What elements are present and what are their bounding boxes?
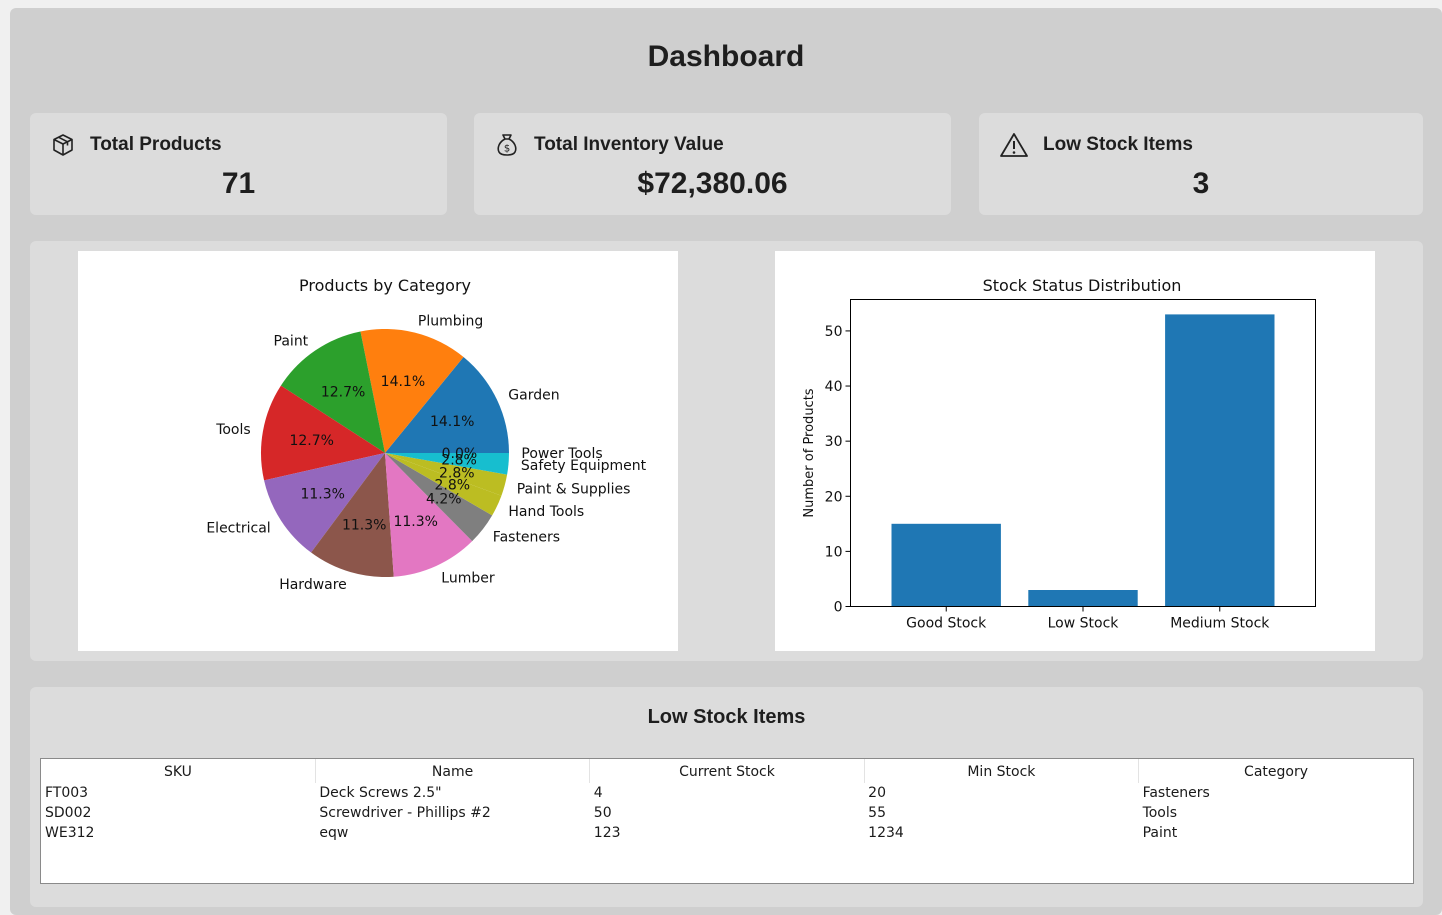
pie-pct-hardware: 11.3% [342, 517, 386, 533]
svg-text:$: $ [504, 144, 510, 155]
bar-medium-stock [1165, 314, 1275, 607]
bar-chart-svg: Stock Status Distribution 0 10 20 30 40 50 Go… [802, 276, 1316, 632]
cell-name: Deck Screws 2.5" [319, 785, 442, 801]
y-tick-label: 50 [825, 324, 843, 340]
pie-pct-lumber: 11.3% [393, 514, 437, 530]
bar-chart-ylabel: Number of Products [802, 388, 817, 517]
column-header-sku[interactable]: SKU [41, 759, 316, 783]
y-tick-label: 20 [825, 489, 843, 505]
table-row[interactable]: SD002 Screwdriver - Phillips #2 50 55 To… [41, 803, 1413, 823]
total-products-card: Total Products 71 [30, 113, 447, 215]
pie-label-plumbing: Plumbing [418, 314, 483, 330]
total-inventory-value-value: $72,380.06 [637, 167, 788, 200]
pie-label-power-tools: Power Tools [521, 446, 602, 462]
y-tick-label: 0 [834, 600, 843, 616]
pie-pct-paint: 12.7% [321, 385, 365, 401]
x-tick-label-good-stock: Good Stock [906, 616, 987, 632]
low-stock-items-label: Low Stock Items [1043, 134, 1193, 155]
low-stock-table[interactable]: SKU Name Current Stock Min Stock Categor… [40, 758, 1414, 884]
charts-panel: Products by Category Garden 14.1% Plumbing… [30, 241, 1423, 661]
bar-chart-title: Stock Status Distribution [983, 276, 1182, 295]
page-title: Dashboard [647, 40, 805, 73]
cell-sku: SD002 [45, 805, 92, 821]
table-row[interactable]: WE312 eqw 123 1234 Paint [41, 823, 1413, 843]
cell-current-stock: 4 [593, 785, 603, 801]
pie-label-electrical: Electrical [206, 521, 270, 537]
cell-min-stock: 55 [868, 805, 886, 821]
cell-current-stock: 50 [593, 805, 612, 821]
pie-chart-title: Products by Category [299, 276, 471, 295]
pie-label-hand-tools: Hand Tools [508, 504, 584, 520]
bar-low-stock [1028, 590, 1138, 607]
y-tick-label: 30 [825, 434, 843, 450]
pie-pct-tools: 12.7% [289, 433, 333, 449]
cell-name: Screwdriver - Phillips #2 [319, 805, 491, 821]
box-icon [50, 132, 76, 158]
low-stock-table-title: Low Stock Items [647, 706, 806, 728]
cell-min-stock: 1234 [868, 825, 904, 841]
warning-icon [999, 132, 1029, 158]
low-stock-items-card: Low Stock Items 3 [979, 113, 1423, 215]
bar-good-stock [891, 523, 1001, 607]
y-tick-label: 40 [825, 379, 843, 395]
x-tick-label-low-stock: Low Stock [1048, 616, 1120, 632]
pie-label-garden: Garden [508, 388, 559, 404]
pie-pct-plumbing: 14.1% [381, 374, 425, 390]
total-products-value: 71 [221, 167, 256, 200]
pie-label-fasteners: Fasteners [493, 530, 560, 546]
cell-min-stock: 20 [868, 785, 886, 801]
y-tick-label: 10 [825, 544, 843, 560]
x-tick-label-medium-stock: Medium Stock [1170, 616, 1270, 632]
total-inventory-value-card: $ Total Inventory Value $72,380.06 [474, 113, 951, 215]
dashboard-window: Dashboard Total Products 71 $ Total Inve… [10, 8, 1442, 915]
table-row[interactable]: FT003 Deck Screws 2.5" 4 20 Fasteners [41, 783, 1413, 803]
cell-sku: WE312 [45, 825, 95, 841]
pie-label-lumber: Lumber [441, 570, 495, 586]
column-header-name[interactable]: Name [315, 759, 591, 783]
table-header-row: SKU Name Current Stock Min Stock Categor… [41, 759, 1413, 783]
category-pie-chart: Products by Category Garden 14.1% Plumbing… [78, 251, 678, 651]
pie-label-paint: Paint [274, 333, 309, 349]
total-products-label: Total Products [90, 134, 222, 155]
cell-name: eqw [319, 825, 349, 841]
low-stock-panel: Low Stock Items SKU Name Current Stock M… [30, 687, 1423, 907]
cell-category: Tools [1142, 805, 1178, 821]
column-header-min-stock[interactable]: Min Stock [864, 759, 1140, 783]
money-bag-icon: $ [494, 132, 520, 158]
cell-category: Paint [1142, 825, 1178, 841]
pie-label-hardware: Hardware [279, 577, 347, 593]
pie-pct-power-tools: 0.0% [442, 446, 478, 462]
pie-pct-electrical: 11.3% [300, 487, 344, 503]
total-inventory-value-label: Total Inventory Value [534, 134, 724, 155]
pie-chart-svg: Products by Category Garden 14.1% Plumbing… [206, 276, 646, 593]
column-header-current-stock[interactable]: Current Stock [589, 759, 865, 783]
stock-status-bar-chart: Stock Status Distribution 0 10 20 30 40 50 Go… [775, 251, 1375, 651]
pie-pct-fasteners: 4.2% [426, 492, 462, 508]
cell-category: Fasteners [1142, 785, 1210, 801]
low-stock-items-value: 3 [1192, 167, 1210, 200]
pie-label-tools: Tools [215, 422, 251, 438]
cell-current-stock: 123 [593, 825, 621, 841]
pie-label-paint-supplies: Paint & Supplies [517, 482, 631, 498]
cell-sku: FT003 [45, 785, 89, 801]
column-header-category[interactable]: Category [1139, 759, 1413, 783]
pie-pct-garden: 14.1% [430, 414, 474, 430]
